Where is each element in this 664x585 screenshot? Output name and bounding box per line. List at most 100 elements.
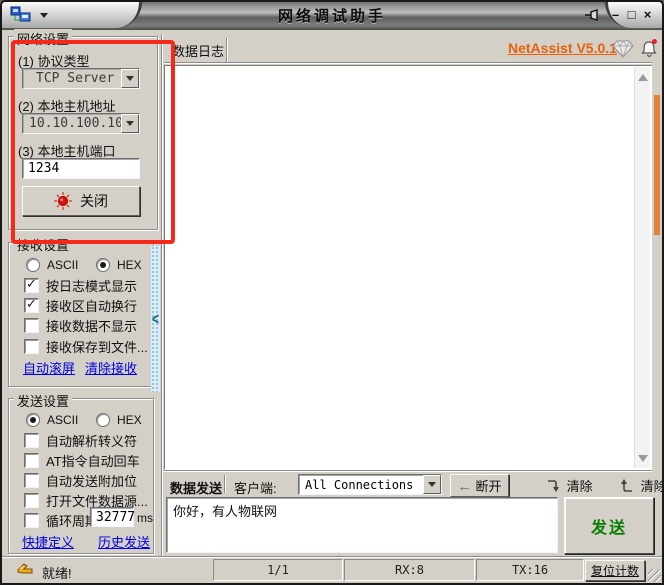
pin-icon[interactable] [584,7,601,23]
checkbox-icon [24,433,39,448]
network-settings-label: 网络设置 [14,29,73,48]
checkbox-at-return[interactable]: AT指令自动回车 [24,451,140,470]
close-connection-button[interactable]: 关闭 [22,186,140,216]
receive-ascii-label: ASCII [47,257,79,272]
send-message-input[interactable]: 你好，有人物联网 [166,497,558,553]
panel-divider [161,34,163,556]
scroll-down-button[interactable] [635,450,650,466]
checkbox-icon [24,453,39,468]
checkbox-icon [24,296,39,313]
cycle-input[interactable]: 32777 [90,507,135,527]
statusbar-divider [2,556,662,558]
clear-send-button[interactable]: 清除 [546,476,593,495]
address-dropdown-button[interactable] [121,114,139,133]
checkbox-label: 接收数据不显示 [46,319,138,334]
status-tx-panel: TX:16 [476,559,584,581]
send-area-divider [164,470,652,472]
data-log-area[interactable] [164,65,652,470]
port-input[interactable]: 1234 [22,158,140,179]
arrow-curve-down-icon [548,480,559,492]
client-select[interactable]: All Connections (0) [298,474,442,495]
radio-icon [26,412,40,427]
receive-hex-radio[interactable]: HEX [96,256,142,272]
checkbox-label: 按日志模式显示 [46,279,138,294]
send-ascii-label: ASCII [47,412,79,427]
tab-separator [226,38,228,62]
address-select[interactable]: 10.10.100.102 [22,113,140,134]
tabbar-divider [164,62,652,64]
checkbox-auto-append[interactable]: 自动发送附加位 [24,471,137,490]
checkbox-icon [24,493,39,508]
send-button[interactable]: 发送 [564,497,654,554]
version-link[interactable]: NetAssist V5.0.1 [508,40,617,56]
checkbox-label: 接收区自动换行 [46,299,138,314]
checkbox-icon [24,339,39,354]
triangle-up-icon [637,73,648,81]
collapse-left-icon: < [151,309,159,329]
client-label: 客户端: [234,481,277,496]
client-dropdown-button[interactable] [423,475,441,494]
clear-receive-button[interactable]: 清除 [620,476,664,495]
checkbox-cycle[interactable]: 循环周期 [24,511,98,530]
shortcut-define-link[interactable]: 快捷定义 [22,532,74,551]
checkbox-label: 接收保存到文件... [46,340,148,355]
send-hex-label: HEX [117,412,142,427]
checkbox-icon [24,513,39,528]
reset-count-button[interactable]: 复位计数 [585,560,645,581]
edge-orange-strip [654,95,660,235]
resize-grip[interactable] [648,569,661,582]
red-status-dot-icon [54,192,72,210]
send-message-text: 你好，有人物联网 [173,504,278,519]
log-scrollbar[interactable] [634,67,650,468]
toolbar-separator [224,475,226,493]
send-hex-radio[interactable]: HEX [96,411,142,427]
arrow-curve-up-icon [621,479,632,492]
protocol-select[interactable]: TCP Server [22,68,140,89]
clear-receive-link[interactable]: 清除接收 [85,358,137,377]
triangle-down-icon [637,454,648,462]
close-connection-label: 关闭 [80,193,108,209]
checkbox-label: AT指令自动回车 [46,454,140,469]
title-bar: – □ × 网络调试助手 [0,0,664,30]
scroll-up-button[interactable] [635,69,650,85]
checkbox-parse-escape[interactable]: 自动解析转义符 [24,431,137,450]
radio-icon [26,257,40,272]
checkbox-icon [24,318,39,333]
client-value: All Connections (0) [305,478,423,492]
radio-icon [96,257,110,272]
checkbox-hide-data[interactable]: 接收数据不显示 [24,316,137,335]
status-rx-panel: RX:8 [344,559,475,581]
address-value: 10.10.100.102 [29,116,121,131]
disconnect-button[interactable]: ← 断开 [450,474,509,497]
history-send-link[interactable]: 历史发送 [98,532,150,551]
checkbox-label: 自动发送附加位 [46,474,138,489]
auto-scroll-link[interactable]: 自动滚屏 [23,358,75,377]
checkbox-icon [24,276,39,293]
checkbox-auto-wrap[interactable]: 接收区自动换行 [24,296,137,315]
disconnect-label: 断开 [475,479,502,494]
tab-data-log[interactable]: 数据日志 [172,41,224,60]
data-send-label: 数据发送 [170,481,223,496]
notification-bell-icon[interactable] [640,38,658,58]
ready-hand-icon [17,563,33,574]
chevron-down-icon [126,76,134,81]
clear-send-label: 清除 [566,479,593,494]
receive-ascii-radio[interactable]: ASCII [26,256,78,272]
checkbox-icon [24,473,39,488]
netassist-window: – □ × 网络调试助手 网络设置 (1) 协议类型 TCP Server (2… [0,0,664,585]
status-ready-text: 就绪! [42,566,72,581]
send-ascii-radio[interactable]: ASCII [26,411,78,427]
protocol-dropdown-button[interactable] [121,69,139,88]
arrow-left-icon: ← [457,477,472,494]
diamond-icon[interactable] [612,40,634,58]
cycle-unit-label: ms [137,511,153,525]
checkbox-label: 自动解析转义符 [46,434,138,449]
checkbox-log-mode[interactable]: 按日志模式显示 [24,276,137,295]
checkbox-save-to-file[interactable]: 接收保存到文件... [24,337,148,356]
protocol-value: TCP Server [36,71,115,86]
window-title: 网络调试助手 [277,8,386,25]
clear-receive-label: 清除 [640,479,664,494]
notification-dot [652,39,657,44]
receive-settings-label: 接收设置 [14,235,73,254]
panel-collapse-splitter[interactable]: < [151,246,160,392]
